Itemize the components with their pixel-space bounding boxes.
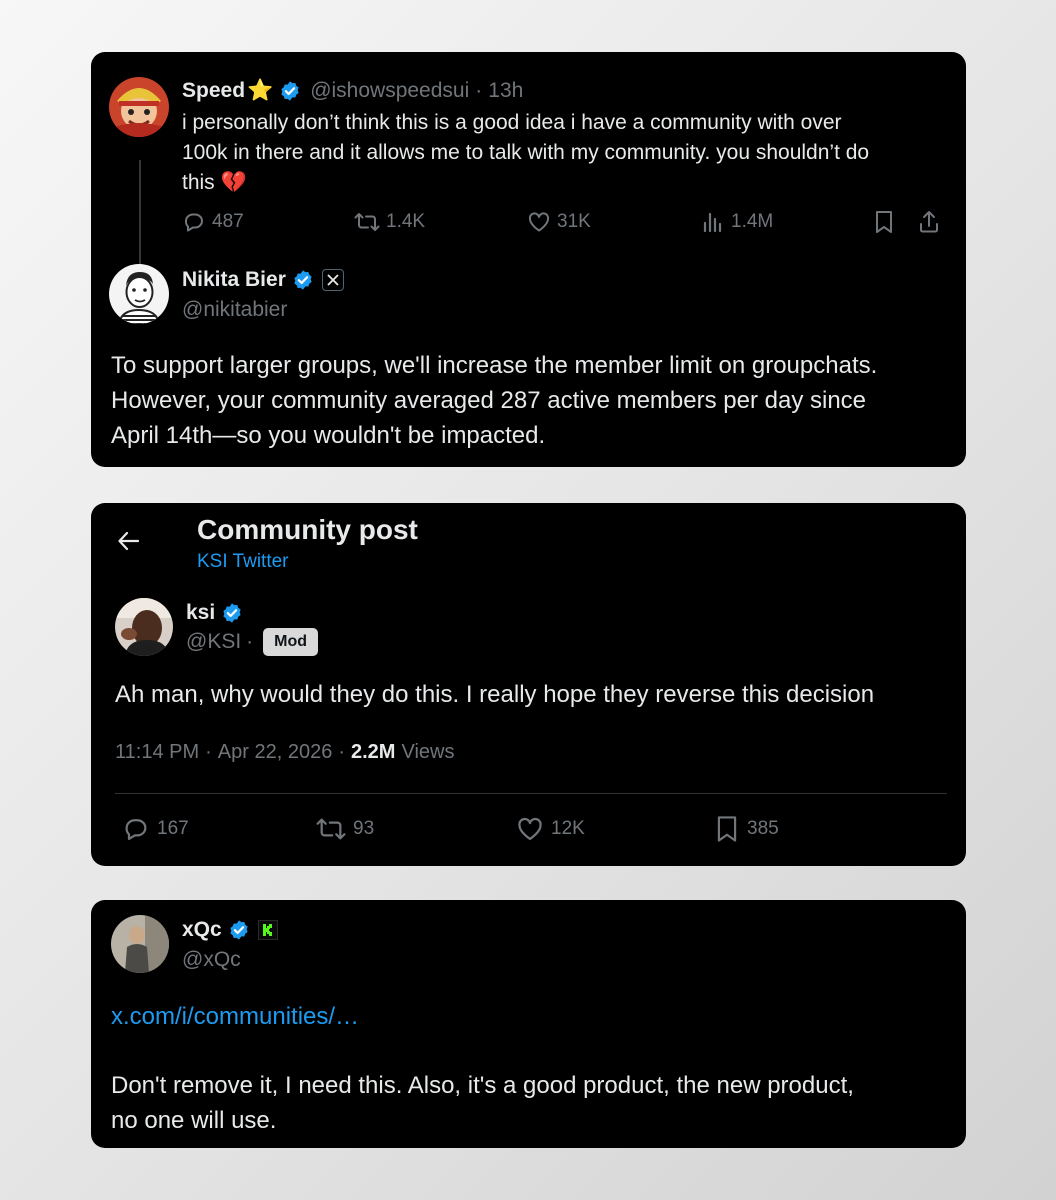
views-button[interactable]: 1.4M [701, 210, 773, 234]
back-button[interactable] [115, 527, 143, 560]
nikita-reply-text: To support larger groups, we'll increase… [111, 348, 951, 453]
like-button[interactable]: 31K [527, 210, 591, 234]
nikita-text-line: April 14th—so you wouldn't be impacted. [111, 422, 546, 449]
community-post-card: Community post KSI Twitter ksi @KSI · Mo… [91, 503, 966, 866]
star-emoji: ⭐ [247, 79, 274, 102]
heart-icon [528, 212, 550, 232]
like-count: 12K [551, 818, 585, 839]
verified-badge-icon [281, 81, 299, 101]
broken-heart-emoji: 💔 [220, 171, 247, 194]
like-button[interactable]: 12K [515, 815, 585, 843]
ksi-handle-row: @KSI · Mod [186, 627, 319, 657]
dot-separator: · [205, 740, 212, 763]
post-meta: 11:14 PM · Apr 22, 2026 · 2.2M Views [115, 739, 454, 765]
dot-separator: · [475, 79, 483, 102]
ksi-name[interactable]: ksi [186, 601, 215, 625]
page-title: Community post [197, 514, 418, 545]
reply-button[interactable]: 167 [121, 815, 189, 843]
xqc-text-line: Don't remove it, I need this. Also, it's… [111, 1072, 854, 1099]
ksi-post-text: Ah man, why would they do this. I really… [115, 681, 875, 708]
xqc-header: xQc [182, 917, 278, 943]
speed-name[interactable]: Speed [182, 79, 245, 103]
kick-affiliate-icon[interactable] [257, 920, 278, 940]
divider [115, 793, 947, 794]
speed-thread-card: Speed ⭐ @ishowspeedsui · 13h i personall… [91, 52, 966, 467]
views-label: Views [401, 740, 455, 763]
ksi-avatar[interactable] [115, 598, 173, 656]
views-count: 1.4M [731, 211, 774, 232]
x-affiliate-icon[interactable] [321, 269, 344, 291]
speed-tweet-text: i personally don’t think this is a good … [182, 108, 952, 198]
retweet-button[interactable]: 1.4K [354, 210, 425, 234]
speed-text-word: this [182, 171, 215, 194]
xqc-text-line: no one will use. [111, 1107, 277, 1134]
ksi-header: ksi [186, 600, 243, 626]
bookmark-button[interactable]: 385 [713, 814, 779, 844]
xqc-avatar[interactable] [111, 915, 169, 973]
community-link[interactable]: x.com/i/communities/… [111, 1001, 359, 1033]
nikita-name[interactable]: Nikita Bier [182, 268, 286, 292]
nikita-avatar[interactable] [109, 264, 169, 324]
community-name-link[interactable]: KSI Twitter [197, 550, 289, 574]
views-count: 2.2M [351, 740, 396, 763]
x-logo-icon [327, 274, 339, 286]
speed-timestamp[interactable]: 13h [488, 79, 523, 103]
xqc-name[interactable]: xQc [182, 918, 222, 942]
retweet-count: 1.4K [386, 211, 426, 232]
kick-logo-icon [262, 924, 272, 936]
nikita-text-line: To support larger groups, we'll increase… [111, 352, 878, 379]
nikita-handle[interactable]: @nikitabier [182, 297, 287, 323]
retweet-icon [354, 213, 380, 231]
speed-handle[interactable]: @ishowspeedsui [310, 79, 469, 103]
bookmark-icon [876, 211, 892, 233]
analytics-icon [703, 212, 722, 233]
retweet-count: 93 [353, 818, 375, 839]
dot-separator: · [246, 630, 254, 653]
retweet-icon [316, 818, 346, 840]
ksi-handle[interactable]: @KSI [186, 630, 241, 654]
retweet-button[interactable]: 93 [315, 815, 374, 843]
dot-separator: · [338, 740, 345, 763]
post-date[interactable]: Apr 22, 2026 [218, 741, 333, 764]
reply-icon [125, 819, 147, 841]
nikita-text-line: However, your community averaged 287 act… [111, 387, 867, 414]
share-button[interactable] [917, 209, 947, 235]
verified-badge-icon [230, 920, 248, 940]
share-icon [920, 211, 938, 233]
nikita-header: Nikita Bier [182, 267, 344, 293]
reply-button[interactable]: 487 [182, 210, 244, 234]
mod-badge: Mod [263, 628, 319, 656]
reply-count: 487 [212, 211, 244, 232]
back-arrow-icon [118, 531, 140, 551]
post-time[interactable]: 11:14 PM [115, 741, 199, 764]
speed-text-line: i personally don’t think this is a good … [182, 111, 842, 134]
speed-text-line: 100k in there and it allows me to talk w… [182, 141, 870, 164]
bookmark-count: 385 [747, 818, 779, 839]
verified-badge-icon [294, 270, 312, 290]
xqc-handle[interactable]: @xQc [182, 947, 241, 973]
like-count: 31K [557, 211, 591, 232]
reply-icon [184, 213, 203, 232]
heart-icon [518, 817, 542, 841]
bookmark-button[interactable] [872, 209, 902, 235]
speed-header: Speed ⭐ @ishowspeedsui · 13h [182, 78, 523, 104]
speed-avatar[interactable] [109, 77, 169, 137]
xqc-tweet-card: xQc @xQc x.com/i/communities/… Don't rem… [91, 900, 966, 1148]
verified-badge-icon [223, 603, 241, 623]
xqc-tweet-text: Don't remove it, I need this. Also, it's… [111, 1068, 951, 1138]
bookmark-icon [717, 816, 737, 842]
speed-text-line-3: this 💔 [182, 168, 952, 198]
reply-count: 167 [157, 818, 189, 839]
